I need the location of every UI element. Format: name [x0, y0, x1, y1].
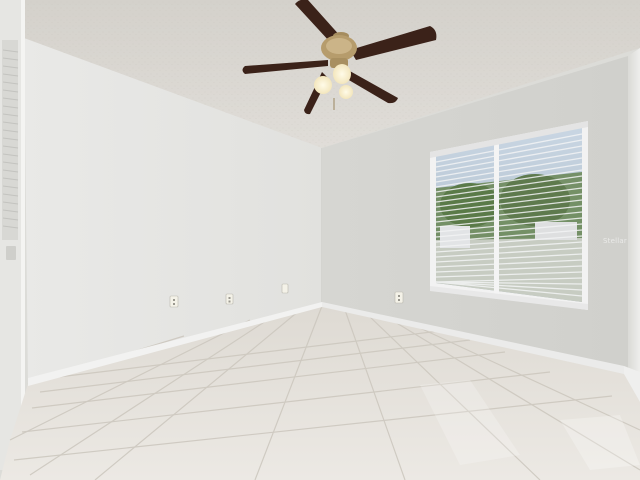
watermark: Stellar [603, 237, 627, 245]
outlet-left-2 [225, 293, 234, 305]
outlet-left-3 [281, 283, 289, 294]
fan-light [333, 64, 351, 84]
outlet-left-1 [169, 295, 179, 308]
fan-light [339, 85, 353, 99]
room-photo: Stellar [0, 0, 640, 480]
outlet-back [394, 291, 404, 304]
window [430, 121, 588, 310]
closet-door [0, 0, 25, 470]
fan-light [314, 76, 332, 94]
